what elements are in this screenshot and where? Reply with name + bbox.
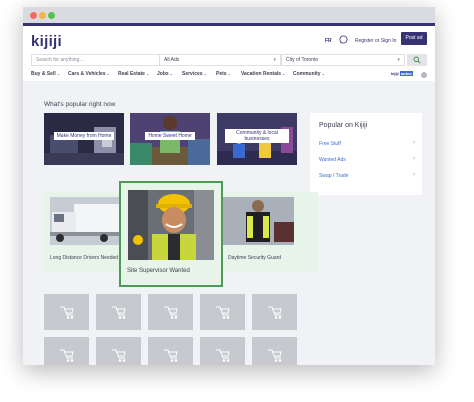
category-select[interactable]: All Ads ▾ bbox=[159, 54, 281, 66]
placeholder-icon bbox=[164, 349, 178, 362]
job-caption: Long Distance Drivers Needed bbox=[50, 255, 119, 261]
location-select[interactable]: City of Toronto ▾ bbox=[281, 54, 405, 66]
nav-services[interactable]: Services⌄ bbox=[182, 71, 207, 77]
placeholder-icon bbox=[60, 306, 74, 319]
kijiji-autos-link[interactable]: kijiji autos bbox=[391, 71, 413, 76]
chevron-right-icon: › bbox=[413, 140, 415, 146]
listing-placeholder[interactable] bbox=[200, 294, 245, 330]
tile-home-sweet-home[interactable]: Home Sweet Home bbox=[130, 113, 210, 165]
listing-placeholder[interactable] bbox=[44, 337, 89, 365]
listing-placeholder[interactable] bbox=[96, 337, 141, 365]
placeholder-icon bbox=[112, 349, 126, 362]
chevron-down-icon: ▾ bbox=[273, 57, 276, 63]
placeholder-icon bbox=[216, 306, 230, 319]
nav-real-estate[interactable]: Real Estate⌄ bbox=[118, 71, 149, 77]
popular-card-title: Popular on Kijiji bbox=[319, 122, 368, 129]
settings-icon[interactable] bbox=[421, 72, 427, 78]
site-header: kijiji FR Register or Sign In Post ad bbox=[23, 26, 435, 53]
popular-heading: What's popular right now bbox=[44, 101, 116, 108]
close-dot[interactable] bbox=[30, 12, 37, 19]
search-icon bbox=[413, 56, 421, 64]
listing-placeholder[interactable] bbox=[44, 294, 89, 330]
listing-placeholder[interactable] bbox=[252, 294, 297, 330]
message-icon[interactable] bbox=[339, 35, 348, 44]
listing-placeholder[interactable] bbox=[252, 337, 297, 365]
category-nav: Buy & Sell⌄ Cars & Vehicles⌄ Real Estate… bbox=[23, 69, 435, 81]
kijiji-logo[interactable]: kijiji bbox=[31, 33, 62, 50]
nav-vacation-rentals[interactable]: Vacation Rentals⌄ bbox=[241, 71, 285, 77]
post-ad-button[interactable]: Post ad bbox=[401, 32, 427, 45]
search-bar: Search for anything... All Ads ▾ City of… bbox=[23, 53, 435, 67]
placeholder-icon bbox=[216, 349, 230, 362]
language-toggle[interactable]: FR bbox=[325, 38, 332, 44]
minimize-dot[interactable] bbox=[39, 12, 46, 19]
category-value: All Ads bbox=[164, 57, 180, 63]
tile-community-local[interactable]: Community & local businesses bbox=[217, 113, 297, 165]
popular-item-free-stuff[interactable]: Free Stuff › bbox=[319, 140, 415, 153]
listing-placeholder[interactable] bbox=[96, 294, 141, 330]
placeholder-icon bbox=[60, 349, 74, 362]
tile-label: Community & local businesses bbox=[225, 129, 289, 143]
browser-chrome bbox=[23, 7, 435, 23]
location-value: City of Toronto bbox=[286, 57, 319, 63]
search-input[interactable]: Search for anything... bbox=[31, 54, 161, 66]
placeholder-icon bbox=[268, 349, 282, 362]
tile-label: Make Money from Home bbox=[53, 132, 115, 140]
browser-window: kijiji FR Register or Sign In Post ad Se… bbox=[23, 7, 435, 365]
popular-item-swap-trade[interactable]: Swap / Trade › bbox=[319, 172, 415, 185]
listing-placeholder[interactable] bbox=[148, 294, 193, 330]
job-caption: Daytime Security Guard bbox=[228, 255, 282, 261]
tile-label: Home Sweet Home bbox=[145, 132, 195, 140]
search-button[interactable] bbox=[407, 54, 427, 66]
listing-placeholder[interactable] bbox=[148, 337, 193, 365]
placeholder-icon bbox=[268, 306, 282, 319]
listing-placeholder-grid bbox=[44, 294, 300, 365]
nav-pets[interactable]: Pets⌄ bbox=[216, 71, 231, 77]
placeholder-icon bbox=[112, 306, 126, 319]
register-link[interactable]: Register or Sign In bbox=[355, 38, 396, 44]
popular-on-kijiji-card: Popular on Kijiji Free Stuff › Wanted Ads… bbox=[310, 113, 422, 195]
job-image-supervisor bbox=[128, 190, 214, 260]
job-card-security[interactable]: Daytime Security Guard bbox=[222, 192, 318, 272]
tile-make-money[interactable]: Make Money from Home bbox=[44, 113, 124, 165]
listing-placeholder[interactable] bbox=[200, 337, 245, 365]
chevron-down-icon: ▾ bbox=[397, 57, 400, 63]
nav-cars-vehicles[interactable]: Cars & Vehicles⌄ bbox=[68, 71, 110, 77]
placeholder-icon bbox=[164, 306, 178, 319]
nav-community[interactable]: Community⌄ bbox=[293, 71, 325, 77]
chevron-right-icon: › bbox=[413, 156, 415, 162]
nav-buy-sell[interactable]: Buy & Sell⌄ bbox=[31, 71, 60, 77]
maximize-dot[interactable] bbox=[48, 12, 55, 19]
job-card-featured[interactable]: Site Supervisor Wanted bbox=[119, 181, 223, 287]
chevron-right-icon: › bbox=[413, 172, 415, 178]
nav-jobs[interactable]: Jobs⌄ bbox=[157, 71, 173, 77]
main-content: What's popular right now Make Money from… bbox=[23, 81, 435, 365]
job-caption-featured: Site Supervisor Wanted bbox=[127, 268, 190, 274]
job-image-security bbox=[222, 192, 294, 247]
popular-item-wanted-ads[interactable]: Wanted Ads › bbox=[319, 156, 415, 169]
